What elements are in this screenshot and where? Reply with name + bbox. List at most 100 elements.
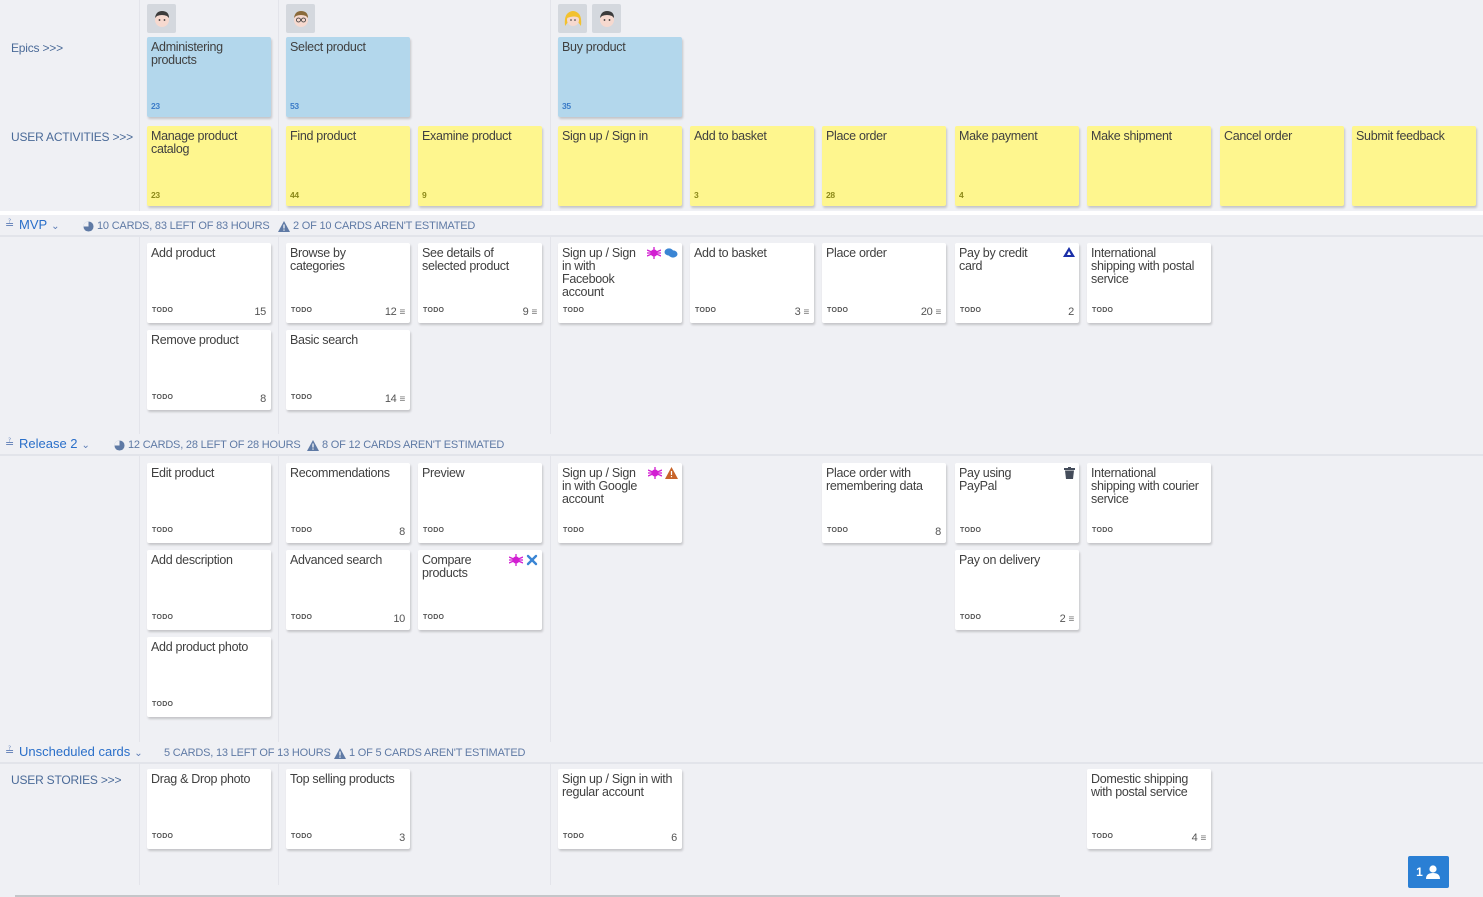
card-title: See details of selected product bbox=[422, 246, 509, 273]
release-name[interactable]: Unscheduled cards ⌄ bbox=[19, 744, 143, 759]
activity-card[interactable]: Make payment 4 bbox=[955, 126, 1079, 206]
warning-icon[interactable] bbox=[665, 467, 678, 482]
estimate: 4 ≡ bbox=[1192, 832, 1207, 845]
story-card[interactable]: Advanced search TODO 10 bbox=[286, 550, 410, 630]
story-card[interactable]: Pay on delivery TODO 2 ≡ bbox=[955, 550, 1079, 630]
avatar[interactable] bbox=[558, 4, 587, 33]
drive-icon[interactable] bbox=[1063, 247, 1075, 261]
collapse-icon[interactable]: ≟ bbox=[5, 745, 14, 758]
status-badge: TODO bbox=[423, 614, 445, 621]
story-card[interactable]: Sign up / Sign in with Facebook account T… bbox=[558, 243, 682, 323]
collapse-icon[interactable]: ≟ bbox=[5, 437, 14, 450]
status-badge: TODO bbox=[960, 527, 982, 534]
card-title: Add to basket bbox=[694, 246, 767, 260]
story-card[interactable]: Basic search TODO 14 ≡ bbox=[286, 330, 410, 410]
story-card[interactable]: Drag & Drop photo TODO bbox=[147, 769, 271, 849]
activity-card[interactable]: Find product 44 bbox=[286, 126, 410, 206]
story-card[interactable]: Edit product TODO bbox=[147, 463, 271, 543]
activity-card[interactable]: Make shipment bbox=[1087, 126, 1211, 206]
activity-card[interactable]: Cancel order bbox=[1220, 126, 1344, 206]
avatar[interactable] bbox=[592, 4, 621, 33]
activity-card[interactable]: Sign up / Sign in bbox=[558, 126, 682, 206]
story-card[interactable]: Place order TODO 20 ≡ bbox=[822, 243, 946, 323]
estimate: 12 ≡ bbox=[385, 306, 405, 319]
release-stats: 12 CARDS, 28 LEFT OF 28 HOURS bbox=[114, 439, 301, 451]
story-card[interactable]: Remove product TODO 8 bbox=[147, 330, 271, 410]
epic-card[interactable]: Buy product 35 bbox=[558, 37, 682, 117]
status-badge: TODO bbox=[152, 833, 174, 840]
status-badge: TODO bbox=[960, 307, 982, 314]
story-card[interactable]: Add product TODO 15 bbox=[147, 243, 271, 323]
story-card[interactable]: Sign up / Sign in with Google account TOD… bbox=[558, 463, 682, 543]
epic-card[interactable]: Select product 53 bbox=[286, 37, 410, 117]
card-title: Pay on delivery bbox=[959, 553, 1040, 567]
tools-icon[interactable] bbox=[526, 554, 538, 569]
story-card[interactable]: Domestic shipping with postal service TOD… bbox=[1087, 769, 1211, 849]
story-card[interactable]: Recommendations TODO 8 bbox=[286, 463, 410, 543]
activity-card[interactable]: Place order 28 bbox=[822, 126, 946, 206]
card-title: International shipping with postal servi… bbox=[1091, 246, 1195, 286]
estimate-value: 10 bbox=[393, 613, 405, 625]
description-icon: ≡ bbox=[399, 307, 405, 318]
bug-icon[interactable] bbox=[646, 247, 662, 262]
bug-icon[interactable] bbox=[647, 467, 663, 482]
story-card[interactable]: Browse by categories TODO 12 ≡ bbox=[286, 243, 410, 323]
epic-card[interactable]: Administering products 23 bbox=[147, 37, 271, 117]
story-card[interactable]: Preview TODO bbox=[418, 463, 542, 543]
card-icons bbox=[646, 247, 678, 262]
status-badge: TODO bbox=[291, 527, 313, 534]
story-card[interactable]: See details of selected product TODO 9 ≡ bbox=[418, 243, 542, 323]
card-title: Compare products bbox=[422, 553, 472, 580]
activity-card[interactable]: Add to basket 3 bbox=[690, 126, 814, 206]
epics-row-label[interactable]: Epics >>> bbox=[11, 41, 63, 55]
story-card[interactable]: Add description TODO bbox=[147, 550, 271, 630]
pie-chart-icon bbox=[83, 220, 94, 232]
story-card[interactable]: Sign up / Sign in with regular account TO… bbox=[558, 769, 682, 849]
chevron-down-icon[interactable]: ⌄ bbox=[82, 440, 90, 451]
trash-icon[interactable] bbox=[1064, 467, 1075, 482]
card-count: 35 bbox=[562, 101, 571, 111]
activity-card[interactable]: Manage product catalog 23 bbox=[147, 126, 271, 206]
stories-row-label[interactable]: USER STORIES >>> bbox=[11, 773, 121, 787]
collapse-icon[interactable]: ≟ bbox=[5, 218, 14, 231]
estimate-value: 6 bbox=[671, 832, 677, 844]
card-icons bbox=[1063, 247, 1075, 261]
story-card[interactable]: Pay by credit card TODO 2 bbox=[955, 243, 1079, 323]
card-title: Pay using PayPal bbox=[959, 466, 1012, 493]
online-users-button[interactable]: 1 bbox=[1408, 856, 1449, 888]
card-icons bbox=[1064, 467, 1075, 482]
release-name[interactable]: MVP ⌄ bbox=[19, 217, 60, 232]
female-blonde-avatar-icon bbox=[564, 10, 581, 26]
activities-row-label[interactable]: USER ACTIVITIES >>> bbox=[11, 130, 133, 144]
card-title: Make payment bbox=[959, 129, 1038, 143]
card-title: International shipping with courier serv… bbox=[1091, 466, 1199, 506]
card-title: Find product bbox=[290, 129, 356, 143]
estimate-value: 8 bbox=[260, 393, 266, 405]
story-card[interactable]: Compare products TODO bbox=[418, 550, 542, 630]
chevron-down-icon[interactable]: ⌄ bbox=[51, 221, 59, 232]
status-badge: TODO bbox=[423, 307, 445, 314]
release-warning: 2 OF 10 CARDS AREN'T ESTIMATED bbox=[278, 220, 475, 232]
story-card[interactable]: International shipping with courier serv… bbox=[1087, 463, 1211, 543]
chevron-down-icon[interactable]: ⌄ bbox=[134, 748, 142, 759]
story-card[interactable]: International shipping with postal servi… bbox=[1087, 243, 1211, 323]
description-icon: ≡ bbox=[531, 307, 537, 318]
card-title: Add description bbox=[151, 553, 233, 567]
card-count: 23 bbox=[151, 190, 160, 200]
avatar[interactable] bbox=[286, 4, 315, 33]
story-card[interactable]: Top selling products TODO 3 bbox=[286, 769, 410, 849]
comments-icon[interactable] bbox=[664, 247, 678, 262]
story-card[interactable]: Place order with remembering data TODO 8 bbox=[822, 463, 946, 543]
card-title: Place order bbox=[826, 246, 887, 260]
activity-card[interactable]: Examine product 9 bbox=[418, 126, 542, 206]
release-name[interactable]: Release 2 ⌄ bbox=[19, 436, 90, 451]
story-card[interactable]: Pay using PayPal TODO bbox=[955, 463, 1079, 543]
estimate-value: 8 bbox=[935, 526, 941, 538]
story-card[interactable]: Add to basket TODO 3 ≡ bbox=[690, 243, 814, 323]
activity-card[interactable]: Submit feedback bbox=[1352, 126, 1476, 206]
status-badge: TODO bbox=[563, 307, 585, 314]
bug-icon[interactable] bbox=[508, 554, 524, 569]
warning-icon bbox=[334, 747, 346, 759]
story-card[interactable]: Add product photo TODO bbox=[147, 637, 271, 717]
avatar[interactable] bbox=[147, 4, 176, 33]
